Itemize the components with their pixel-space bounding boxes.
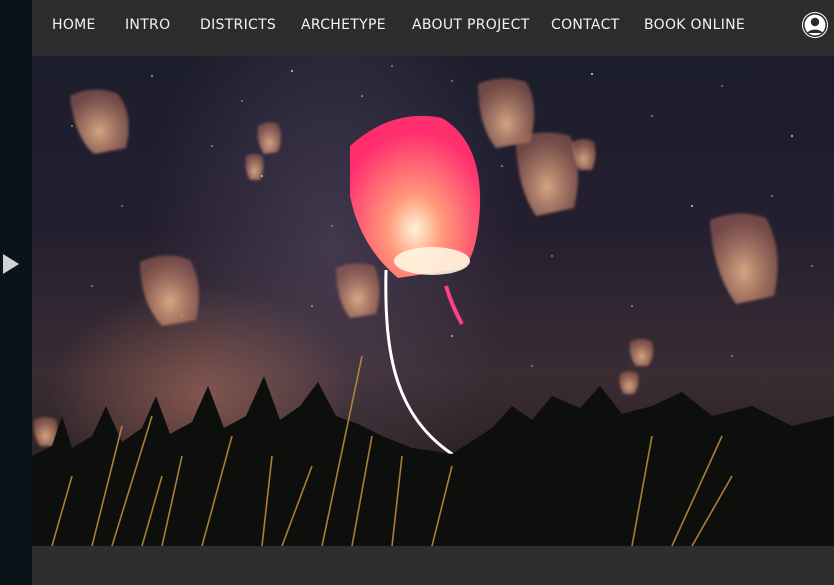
nav-item-about-project[interactable]: ABOUT PROJECT: [412, 17, 530, 33]
hero-illustration: [32, 65, 834, 546]
nav-item-contact[interactable]: CONTACT: [551, 17, 620, 33]
nav-item-intro[interactable]: INTRO: [125, 17, 170, 33]
nav-item-book-online[interactable]: BOOK ONLINE: [644, 17, 745, 33]
hero-night-sky-lanterns: [32, 56, 834, 546]
footer-strip: [32, 546, 834, 585]
top-navigation: HOME INTRO DISTRICTS ARCHETYPE ABOUT PRO…: [32, 0, 834, 56]
treeline: [32, 376, 834, 546]
user-circle-icon[interactable]: [802, 12, 828, 38]
nav-item-districts[interactable]: DISTRICTS: [200, 17, 276, 33]
nav-item-home[interactable]: HOME: [52, 17, 96, 33]
left-rail: [0, 0, 32, 585]
play-right-arrow-icon[interactable]: [3, 254, 19, 274]
nav-item-archetype[interactable]: ARCHETYPE: [301, 17, 386, 33]
